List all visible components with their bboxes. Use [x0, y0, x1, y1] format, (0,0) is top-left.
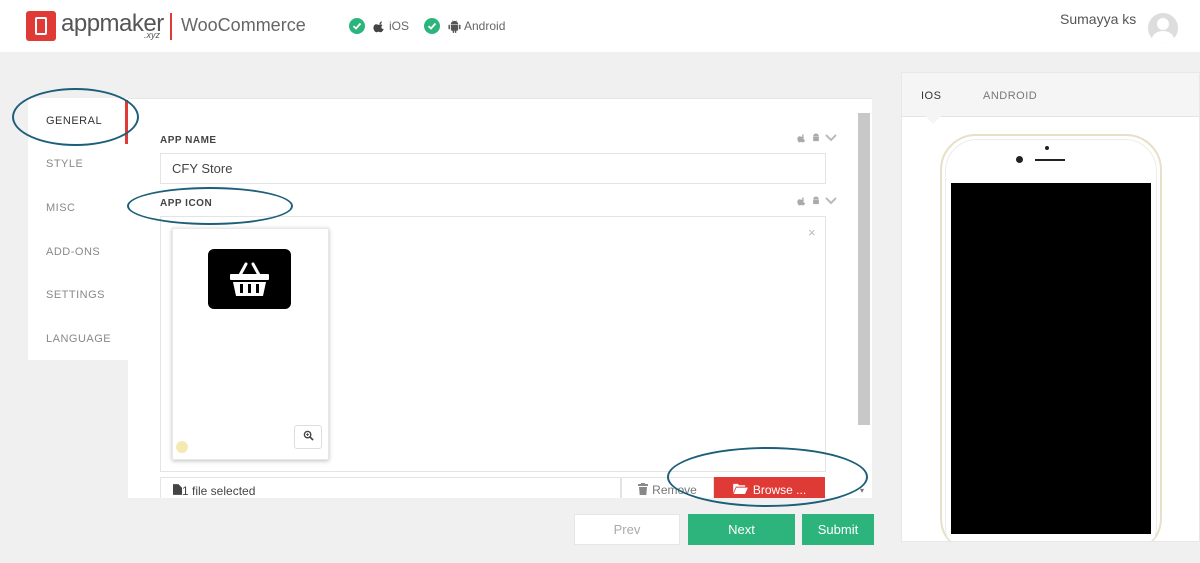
platform-ios-label: iOS [389, 19, 410, 33]
check-icon [349, 18, 365, 34]
app-name-label: APP NAME [160, 135, 217, 146]
next-button[interactable]: Next [688, 514, 795, 545]
tab-ios[interactable]: IOS [921, 90, 941, 102]
avatar[interactable] [1148, 13, 1178, 43]
chevron-down-icon[interactable] [825, 197, 837, 205]
appmaker-logo-icon [26, 11, 56, 41]
settings-sidebar: GENERAL STYLE MISC ADD-ONS SETTINGS LANG… [28, 98, 128, 360]
logo-divider [170, 13, 172, 40]
sidebar-item-style[interactable]: STYLE [46, 158, 83, 170]
check-icon [424, 18, 440, 34]
app-name-input[interactable]: CFY Store [160, 153, 826, 184]
prev-button[interactable]: Prev [574, 514, 680, 545]
folder-open-icon [732, 483, 748, 497]
close-icon[interactable]: × [808, 225, 816, 240]
top-header: appmaker .xyz WooCommerce iOS Android Su… [0, 0, 1200, 52]
drag-handle-icon[interactable] [176, 441, 188, 453]
app-name-platform-tools [797, 133, 837, 143]
scroll-down-icon[interactable]: ▾ [860, 486, 864, 495]
phone-sensor [1045, 146, 1049, 150]
phone-screen [951, 183, 1151, 534]
preview-tabs: IOS ANDROID [902, 73, 1199, 117]
user-name[interactable]: Sumayya ks [1060, 11, 1136, 27]
submit-button[interactable]: Submit [802, 514, 874, 545]
remove-button[interactable]: Remove [621, 477, 714, 498]
app-icon-platform-tools [797, 196, 837, 206]
brand-label: WooCommerce [181, 15, 306, 35]
file-status: 1 file selected [160, 477, 621, 498]
file-icon [173, 483, 182, 498]
logo-sub: .xyz [144, 30, 161, 40]
app-icon-label: APP ICON [160, 198, 213, 209]
sidebar-item-misc[interactable]: MISC [46, 202, 76, 214]
shopping-basket-icon [208, 249, 291, 309]
zoom-button[interactable] [294, 425, 322, 449]
android-icon [811, 196, 821, 206]
platform-android-label: Android [464, 19, 506, 33]
trash-icon [638, 482, 649, 498]
sidebar-item-add-ons[interactable]: ADD-ONS [46, 246, 100, 258]
sidebar-item-language[interactable]: LANGUAGE [46, 333, 111, 345]
phone-camera [1016, 156, 1023, 163]
platform-ios: iOS [349, 18, 409, 34]
android-icon [447, 19, 461, 33]
scrollbar[interactable] [858, 113, 870, 425]
browse-label: Browse ... [752, 482, 807, 497]
phone-speaker [1035, 159, 1065, 161]
remove-label: Remove [652, 483, 697, 497]
browse-button[interactable]: Browse ... [714, 477, 825, 498]
apple-icon [797, 196, 807, 206]
apple-icon [372, 19, 386, 33]
zoom-icon [303, 428, 314, 446]
active-tab-caret [925, 116, 941, 124]
chevron-down-icon[interactable] [825, 134, 837, 142]
android-icon [811, 133, 821, 143]
sidebar-item-general[interactable]: GENERAL [46, 115, 102, 127]
platform-android: Android [424, 18, 505, 34]
apple-icon [797, 133, 807, 143]
file-status-text: 1 file selected [182, 483, 256, 498]
sidebar-item-settings[interactable]: SETTINGS [46, 289, 105, 301]
tab-android[interactable]: ANDROID [983, 90, 1037, 102]
